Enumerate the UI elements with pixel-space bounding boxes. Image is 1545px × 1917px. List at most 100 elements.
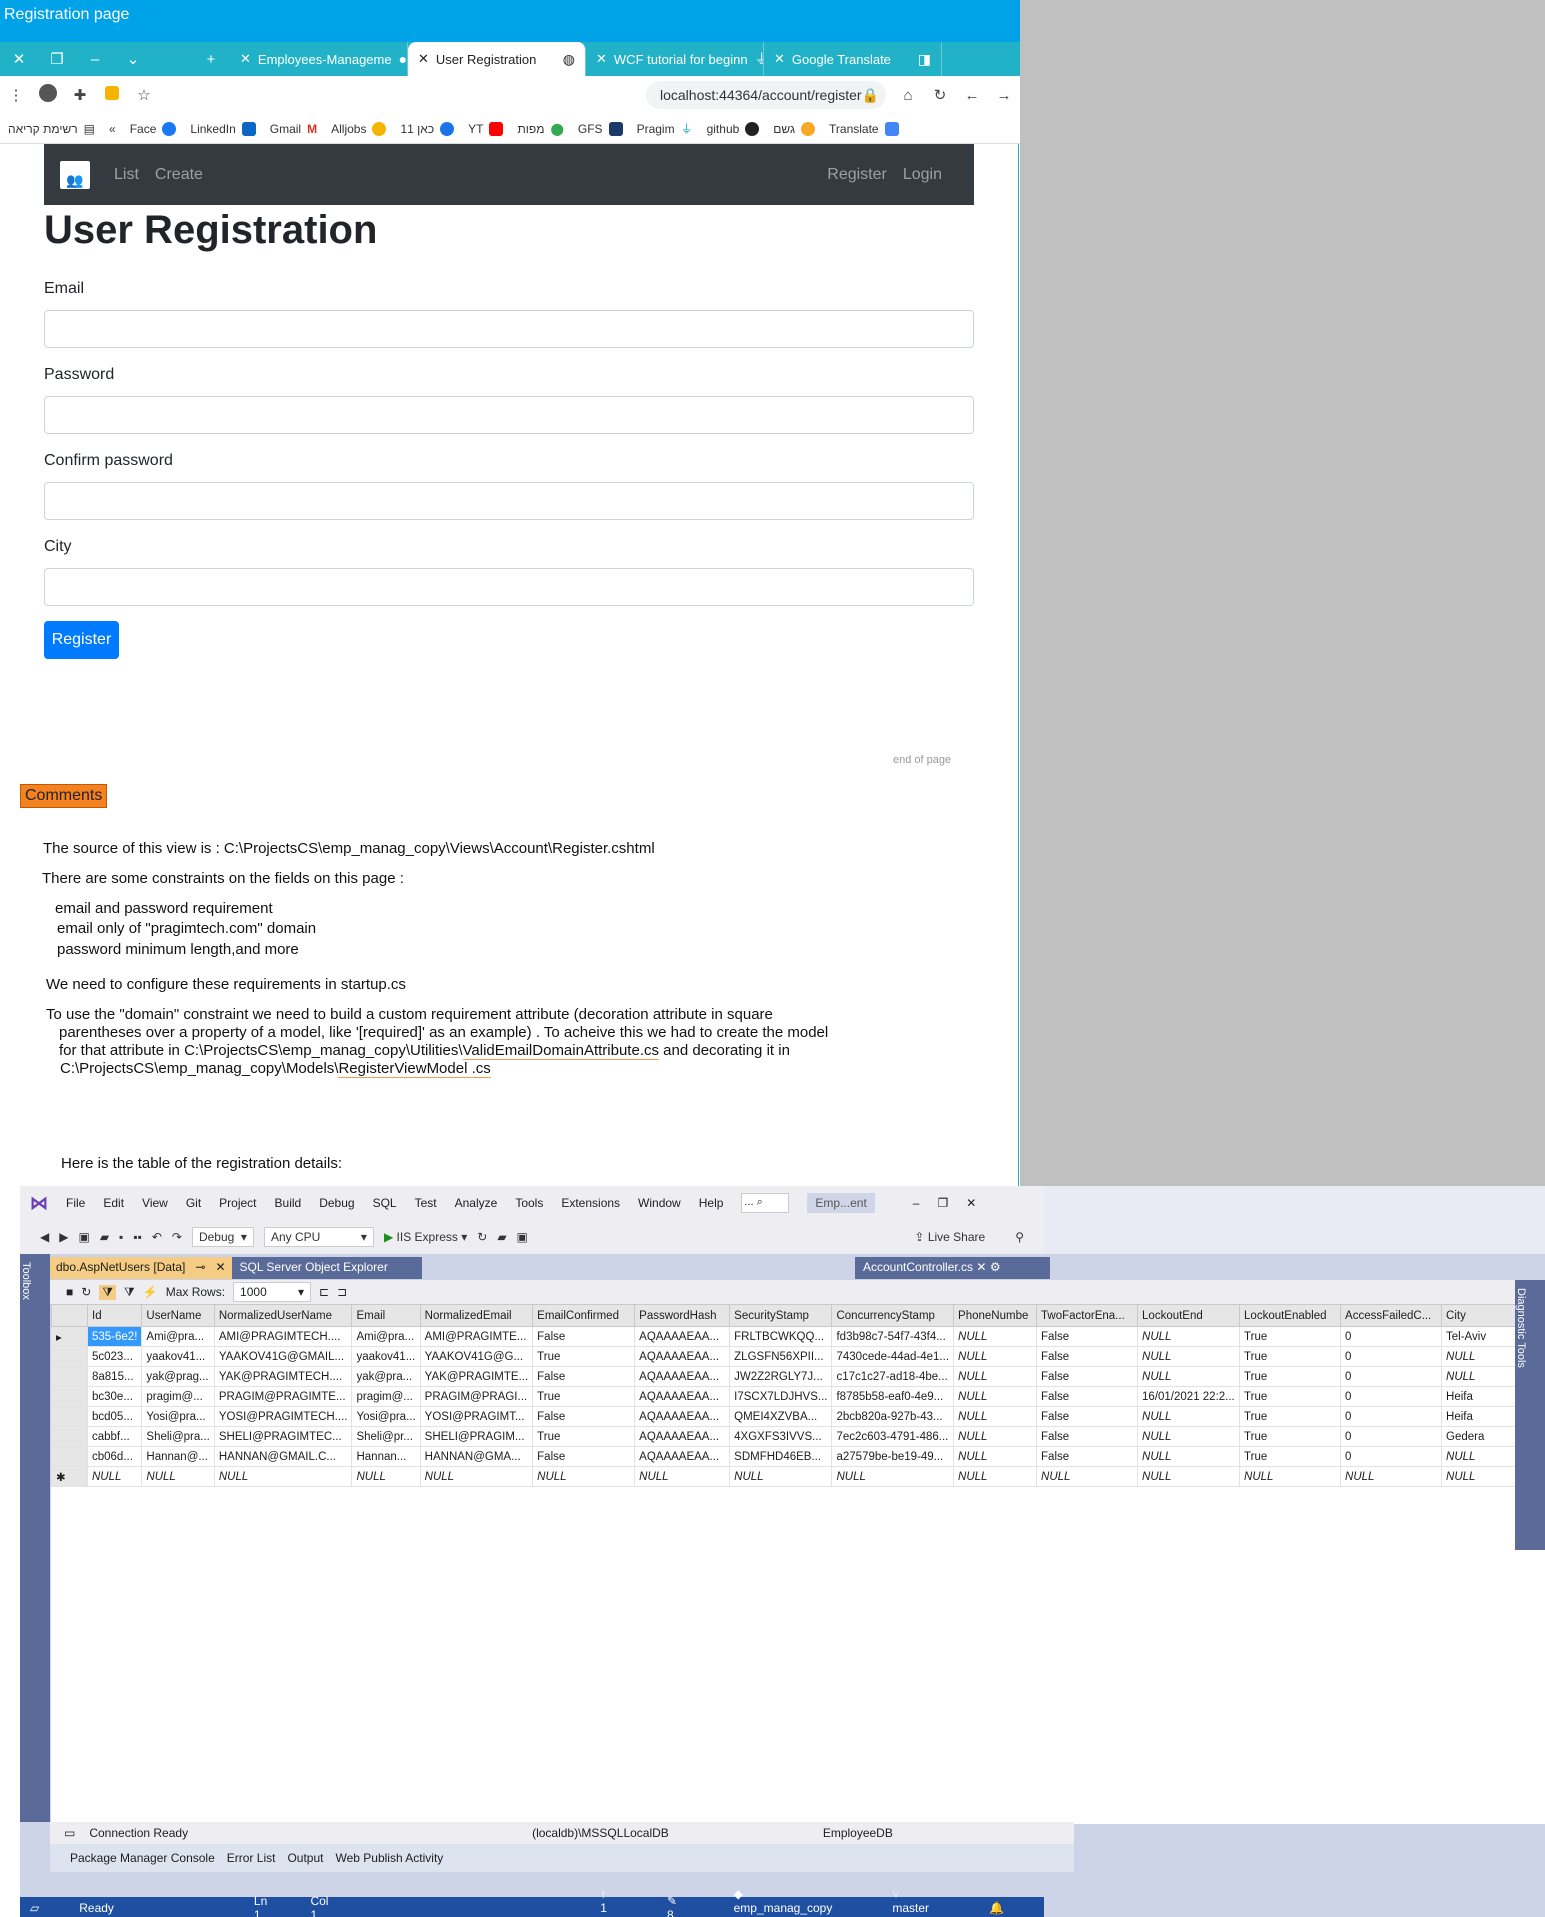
table-cell[interactable]: Ami@pra... bbox=[351, 1326, 421, 1347]
bookmark-kan11[interactable]: כאן 11 bbox=[400, 121, 455, 136]
diagnostic-tools-strip[interactable]: Diagnostic Tools bbox=[1515, 1280, 1545, 1550]
row-selector[interactable] bbox=[51, 1386, 88, 1407]
table-cell[interactable]: PRAGIM@PRAGI... bbox=[419, 1386, 534, 1407]
table-cell[interactable]: YOSI@PRAGIMTECH.... bbox=[213, 1406, 353, 1427]
forward-icon[interactable]: → bbox=[988, 87, 1020, 104]
notifications-icon[interactable]: 🔔 bbox=[989, 1901, 1004, 1915]
solution-config-select[interactable]: Debug ▾ bbox=[191, 1227, 254, 1247]
table-cell[interactable]: NULL bbox=[831, 1466, 955, 1487]
table-cell[interactable]: SHELI@PRAGIMTEC... bbox=[213, 1426, 353, 1447]
table-cell[interactable]: NULL bbox=[1340, 1466, 1443, 1487]
table-cell[interactable]: NULL bbox=[953, 1406, 1038, 1427]
status-repository[interactable]: ◆ emp_manag_copy ▴ bbox=[734, 1887, 873, 1917]
table-cell[interactable]: AQAAAAEAA... bbox=[634, 1326, 731, 1347]
table-cell[interactable]: NULL bbox=[141, 1466, 215, 1487]
table-cell[interactable]: Ami@pra... bbox=[141, 1326, 215, 1347]
bookmark-github[interactable]: github bbox=[707, 121, 760, 136]
tab-wcf-tutorial[interactable]: ✕WCF tutorial for beginn⏚ bbox=[586, 42, 764, 76]
menu-sql[interactable]: SQL bbox=[373, 1196, 397, 1210]
restore-icon[interactable]: ❐ bbox=[937, 1196, 948, 1210]
script-icon[interactable]: ⚡ bbox=[143, 1285, 158, 1299]
table-cell[interactable]: AQAAAAEAA... bbox=[634, 1426, 731, 1447]
table-cell[interactable]: fd3b98c7-54f7-43f4... bbox=[831, 1326, 955, 1347]
table-cell[interactable]: True bbox=[532, 1426, 636, 1447]
table-cell[interactable]: SDMFHD46EB... bbox=[729, 1446, 833, 1467]
table-row[interactable]: cb06d... Hannan@... HANNAN@GMAIL.C... Hanna… bbox=[51, 1446, 1535, 1467]
column-header[interactable]: Id bbox=[86, 1304, 143, 1327]
avatar[interactable] bbox=[32, 84, 64, 106]
city-field[interactable] bbox=[44, 568, 974, 606]
tab-output[interactable]: Output bbox=[287, 1851, 323, 1865]
table-cell[interactable]: False bbox=[532, 1446, 636, 1467]
table-cell[interactable]: bcd05... bbox=[86, 1406, 143, 1427]
status-pending-edits[interactable]: ✎ 8 bbox=[667, 1894, 714, 1917]
feedback-icon[interactable]: ⚲ bbox=[1015, 1230, 1024, 1244]
column-header[interactable]: LockoutEnabled bbox=[1239, 1304, 1342, 1327]
back-icon[interactable]: ← bbox=[956, 87, 988, 104]
table-cell[interactable]: NULL bbox=[953, 1346, 1038, 1367]
table-cell[interactable]: cb06d... bbox=[86, 1446, 143, 1467]
confirm-password-field[interactable] bbox=[44, 482, 974, 520]
column-header[interactable]: AccessFailedC... bbox=[1340, 1304, 1443, 1327]
table-cell[interactable]: YAAKOV41G@G... bbox=[419, 1346, 534, 1367]
tab-search-icon[interactable]: ⌄ bbox=[114, 50, 152, 68]
chevron-left-icon[interactable]: « bbox=[109, 122, 116, 136]
table-cell[interactable]: NULL bbox=[1137, 1326, 1241, 1347]
table-cell[interactable]: YAK@PRAGIMTECH.... bbox=[213, 1366, 353, 1387]
table-cell[interactable]: FRLTBCWKQQ... bbox=[729, 1326, 833, 1347]
gear-icon[interactable]: ⚙ bbox=[990, 1260, 1001, 1274]
table-cell[interactable]: NULL bbox=[634, 1466, 731, 1487]
table-cell[interactable]: yak@pra... bbox=[351, 1366, 421, 1387]
table-row[interactable]: cabbf... Sheli@pra... SHELI@PRAGIMTEC... Sh… bbox=[51, 1426, 1535, 1447]
table-cell[interactable]: AMI@PRAGIMTECH.... bbox=[213, 1326, 353, 1347]
table-cell[interactable]: a27579be-be19-49... bbox=[831, 1446, 955, 1467]
table-cell[interactable]: True bbox=[532, 1386, 636, 1407]
table-cell[interactable]: True bbox=[1239, 1426, 1342, 1447]
table-cell[interactable]: AQAAAAEAA... bbox=[634, 1446, 731, 1467]
table-cell[interactable]: False bbox=[1036, 1406, 1139, 1427]
save-all-icon[interactable]: ▪▪ bbox=[133, 1230, 142, 1244]
new-item-icon[interactable]: ▣ bbox=[78, 1230, 89, 1244]
table-cell[interactable]: NULL bbox=[729, 1466, 833, 1487]
refresh-icon[interactable]: ↻ bbox=[477, 1230, 487, 1244]
menu-project[interactable]: Project bbox=[219, 1196, 256, 1210]
new-tab-icon[interactable]: + bbox=[192, 51, 230, 68]
table-cell[interactable]: I7SCX7LDJHVS... bbox=[729, 1386, 833, 1407]
table-cell[interactable]: True bbox=[532, 1346, 636, 1367]
table-cell[interactable]: HANNAN@GMA... bbox=[419, 1446, 534, 1467]
table-cell[interactable]: False bbox=[1036, 1326, 1139, 1347]
register-button[interactable]: Register bbox=[44, 621, 119, 659]
table-cell[interactable]: False bbox=[532, 1326, 636, 1347]
menu-debug[interactable]: Debug bbox=[319, 1196, 354, 1210]
bookmark-linkedin[interactable]: LinkedIn bbox=[190, 121, 256, 136]
table-cell[interactable]: NULL bbox=[1137, 1466, 1241, 1487]
close-window-icon[interactable]: ✕ bbox=[966, 1196, 976, 1210]
menu-extensions[interactable]: Extensions bbox=[561, 1196, 620, 1210]
navigate-back-icon[interactable]: ◀ bbox=[40, 1230, 49, 1244]
table-cell[interactable]: 16/01/2021 22:2... bbox=[1137, 1386, 1241, 1407]
folder-icon[interactable]: ▰ bbox=[497, 1230, 506, 1244]
tab-error-list[interactable]: Error List bbox=[227, 1851, 276, 1865]
menu-view[interactable]: View bbox=[142, 1196, 168, 1210]
menu-build[interactable]: Build bbox=[275, 1196, 302, 1210]
column-header[interactable]: PhoneNumbe bbox=[953, 1304, 1038, 1327]
close-tab-icon[interactable]: ✕ bbox=[774, 51, 785, 67]
tab-web-publish-activity[interactable]: Web Publish Activity bbox=[335, 1851, 443, 1865]
tab-aspnetusers-data[interactable]: dbo.AspNetUsers [Data] ⊸ ✕ bbox=[50, 1257, 232, 1279]
table-cell[interactable]: 0 bbox=[1340, 1326, 1443, 1347]
table-cell[interactable]: SHELI@PRAGIM... bbox=[419, 1426, 534, 1447]
tab-account-controller[interactable]: AccountController.cs ✕ ⚙ bbox=[855, 1257, 1050, 1279]
extension-badge-icon[interactable] bbox=[96, 86, 128, 104]
undo-icon[interactable]: ↶ bbox=[152, 1230, 162, 1244]
row-selector[interactable] bbox=[51, 1426, 88, 1447]
tab-user-registration[interactable]: ✕ User Registration ◍ bbox=[408, 42, 586, 76]
menu-test[interactable]: Test bbox=[415, 1196, 437, 1210]
table-cell[interactable]: 535-6e2! bbox=[86, 1326, 143, 1347]
refresh-icon[interactable]: ↻ bbox=[81, 1285, 91, 1299]
row-selector[interactable] bbox=[51, 1346, 88, 1367]
menu-tools[interactable]: Tools bbox=[515, 1196, 543, 1210]
table-row[interactable]: bc30e... pragim@... PRAGIM@PRAGIMTE... prag… bbox=[51, 1386, 1535, 1407]
close-tab-icon[interactable]: ✕ bbox=[418, 51, 429, 67]
toolbox-strip[interactable]: Toolbox bbox=[20, 1254, 50, 1822]
nav-list-link[interactable]: List bbox=[114, 166, 139, 184]
